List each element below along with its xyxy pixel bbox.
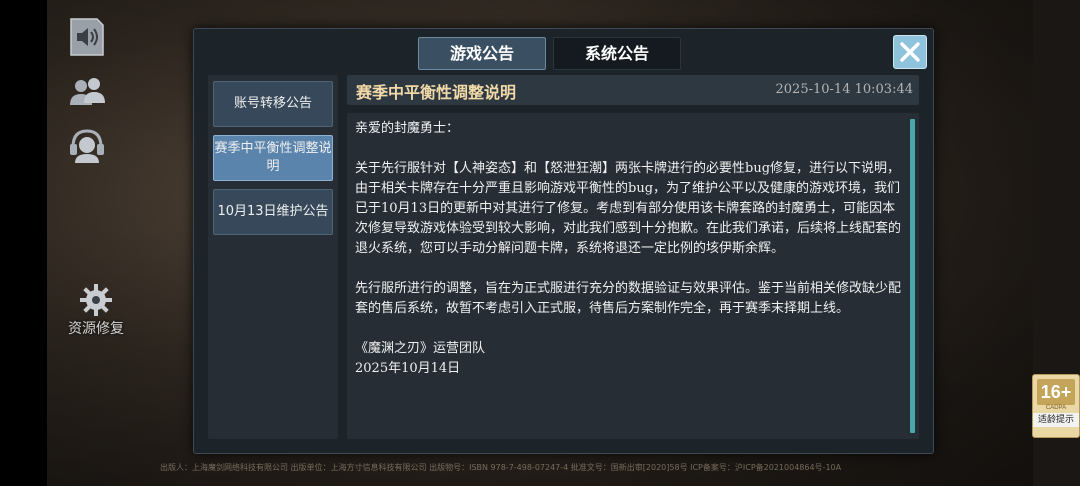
notice-paragraph-2: 先行服所进行的调整，旨在为正式服进行充分的数据验证与效果评估。鉴于当前相关修改缺… — [355, 281, 902, 316]
announcement-dialog: 游戏公告 系统公告 账号转移公告 赛季中平衡性调整说明 10月13日维护公告 赛… — [193, 28, 934, 454]
notice-datetime: 2025-10-14 10:03:44 — [775, 82, 913, 97]
notice-title: 赛季中平衡性调整说明 — [356, 83, 517, 102]
age-rating-badge[interactable]: 16+ CADPA 适龄提示 — [1032, 374, 1080, 438]
friends-icon[interactable] — [66, 72, 108, 114]
close-button[interactable] — [893, 35, 927, 69]
speaker-icon[interactable] — [66, 16, 108, 58]
tab-game-announcement[interactable]: 游戏公告 — [418, 37, 546, 70]
left-screen-edge — [0, 0, 47, 486]
age-tip-label: 适龄提示 — [1033, 413, 1079, 427]
list-item-balance-adjustment[interactable]: 赛季中平衡性调整说明 — [213, 135, 333, 181]
rating-org: CADPA — [1045, 405, 1067, 411]
notice-header: 赛季中平衡性调整说明 2025-10-14 10:03:44 — [347, 75, 919, 105]
announcement-list: 账号转移公告 赛季中平衡性调整说明 10月13日维护公告 — [208, 75, 338, 439]
tab-system-announcement[interactable]: 系统公告 — [553, 37, 681, 70]
list-item-account-transfer[interactable]: 账号转移公告 — [213, 81, 333, 127]
resource-repair-button[interactable]: 资源修复 — [64, 282, 128, 338]
resource-repair-label: 资源修复 — [68, 321, 124, 337]
notice-signature: 《魔渊之刃》运营团队 — [355, 341, 486, 356]
gear-icon — [80, 284, 112, 316]
age-rating: 16+ — [1037, 379, 1075, 405]
notice-sign-date: 2025年10月14日 — [355, 361, 461, 376]
notice-body: 亲爱的封魔勇士： 关于先行服针对【人神姿态】和【怒泄狂潮】两张卡牌进行的必要性b… — [355, 119, 903, 379]
notice-greeting: 亲爱的封魔勇士： — [355, 121, 460, 136]
notice-content[interactable]: 亲爱的封魔勇士： 关于先行服针对【人神姿态】和【怒泄狂潮】两张卡牌进行的必要性b… — [347, 113, 919, 439]
notice-paragraph-1: 关于先行服针对【人神姿态】和【怒泄狂潮】两张卡牌进行的必要性bug修复，进行以下… — [355, 161, 902, 256]
close-icon — [900, 42, 920, 62]
publisher-footer: 出版人：上海魔剑网络科技有限公司 出版单位：上海方寸信息科技有限公司 出版物号：… — [160, 463, 842, 472]
content-scrollbar[interactable] — [910, 119, 915, 433]
list-item-maintenance[interactable]: 10月13日维护公告 — [213, 189, 333, 235]
customer-service-icon[interactable] — [66, 124, 108, 166]
